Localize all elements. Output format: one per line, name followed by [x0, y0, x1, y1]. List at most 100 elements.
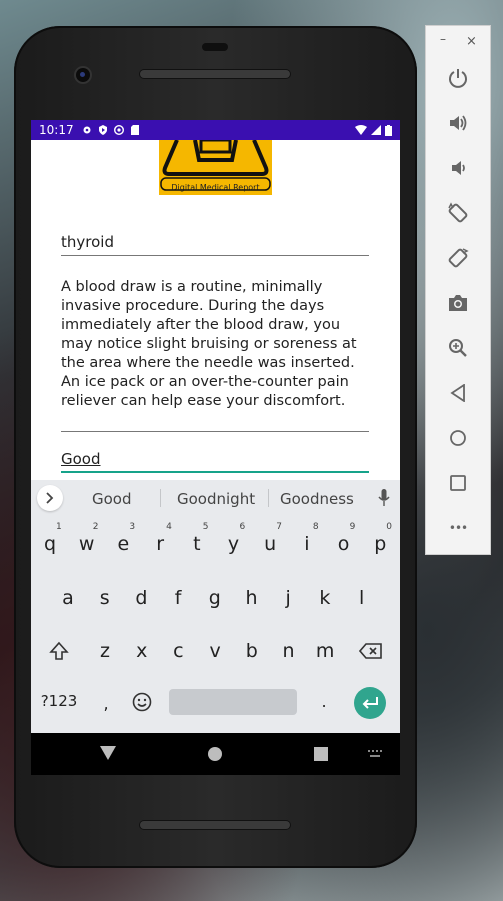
- key-e[interactable]: e3: [108, 522, 138, 555]
- zoom-icon: [449, 339, 467, 357]
- notes-field[interactable]: [61, 412, 369, 432]
- key-c[interactable]: c: [163, 640, 193, 662]
- shift-icon[interactable]: [49, 641, 69, 661]
- logo-text: Digital Medical Report: [171, 183, 260, 192]
- key-h[interactable]: h: [237, 587, 267, 609]
- rotate-left-button[interactable]: [446, 201, 470, 225]
- key-hint-number: 4: [166, 522, 172, 532]
- close-button[interactable]: ×: [466, 34, 477, 49]
- key-k[interactable]: k: [310, 587, 340, 609]
- volume-down-button[interactable]: [446, 156, 470, 180]
- key-y[interactable]: y6: [219, 522, 249, 555]
- key-hint-number: 7: [276, 522, 282, 532]
- rotate-right-button[interactable]: [446, 246, 470, 270]
- status-bar: 10:17: [31, 120, 400, 140]
- key-u[interactable]: u7: [255, 522, 285, 555]
- key-p[interactable]: p0: [365, 522, 395, 555]
- home-circle-icon[interactable]: [208, 747, 222, 761]
- enter-button[interactable]: [354, 687, 386, 719]
- back-button[interactable]: [446, 381, 470, 405]
- key-r[interactable]: r4: [145, 522, 175, 555]
- suggestion-3[interactable]: Goodness: [280, 490, 354, 508]
- more-button[interactable]: •••: [446, 516, 470, 540]
- back-icon: [450, 384, 465, 402]
- volume-down-icon: [452, 161, 465, 175]
- suggestion-1[interactable]: Good: [92, 490, 132, 508]
- rotate-right-icon: [448, 248, 469, 268]
- app-screen: 10:17 Digital Medical Report thyroid A b…: [31, 120, 400, 733]
- microphone-icon[interactable]: [378, 489, 390, 507]
- keyboard-hide-icon[interactable]: [368, 750, 382, 758]
- rotate-left-icon: [448, 202, 468, 223]
- suggestion-2[interactable]: Goodnight: [177, 490, 255, 508]
- key-x[interactable]: x: [127, 640, 157, 662]
- key-b[interactable]: b: [237, 640, 267, 662]
- at-sign-icon: [113, 125, 124, 135]
- volume-up-button[interactable]: [446, 111, 470, 135]
- key-f[interactable]: f: [163, 587, 193, 609]
- key-t[interactable]: t5: [182, 522, 212, 555]
- expand-suggestions-button[interactable]: [37, 485, 63, 511]
- suggestion-divider: [160, 489, 161, 507]
- key-hint-number: 8: [312, 522, 319, 532]
- zoom-button[interactable]: [446, 336, 470, 360]
- overview-button[interactable]: [446, 471, 470, 495]
- emulator-toolbar: – × •••: [425, 25, 491, 555]
- phone-notch: [202, 43, 228, 51]
- minimize-button[interactable]: –: [440, 32, 446, 46]
- key-n[interactable]: n: [274, 640, 304, 662]
- key-v[interactable]: v: [200, 640, 230, 662]
- key-hint-number: 3: [129, 522, 136, 532]
- key-q[interactable]: q1: [35, 522, 65, 555]
- condition-value: Good: [61, 450, 101, 468]
- symbols-key[interactable]: ?123: [40, 692, 78, 710]
- key-m[interactable]: m: [310, 640, 340, 662]
- key-i[interactable]: i8: [292, 522, 322, 555]
- settings-icon: [83, 126, 91, 134]
- key-d[interactable]: d: [126, 587, 156, 609]
- wifi-icon: [355, 125, 367, 135]
- key-o[interactable]: o9: [329, 522, 359, 555]
- enter-arrow-icon: [362, 697, 378, 709]
- key-hint-number: 0: [386, 522, 393, 532]
- volume-up-icon: [450, 115, 467, 131]
- bottom-speaker: [140, 821, 290, 829]
- app-logo: Digital Medical Report: [159, 140, 272, 195]
- backspace-icon[interactable]: [359, 643, 383, 659]
- key-w[interactable]: w2: [72, 522, 102, 555]
- recents-square-icon[interactable]: [314, 747, 328, 761]
- back-triangle-icon[interactable]: [100, 746, 116, 760]
- space-bar[interactable]: [169, 689, 297, 715]
- power-icon: [449, 69, 467, 88]
- power-button[interactable]: [446, 66, 470, 90]
- period-key[interactable]: .: [309, 692, 339, 711]
- camera-icon: [449, 295, 467, 311]
- key-hint-number: 5: [202, 522, 209, 532]
- key-hint-number: 9: [349, 522, 356, 532]
- test-name-field[interactable]: thyroid: [61, 233, 369, 256]
- sd-card-icon: [130, 125, 139, 135]
- chevron-right-icon: [46, 492, 54, 504]
- key-hint-number: 1: [56, 522, 62, 532]
- key-a[interactable]: a: [53, 587, 83, 609]
- key-hint-number: 6: [239, 522, 246, 532]
- condition-field[interactable]: Good: [61, 450, 369, 473]
- screenshot-button[interactable]: [446, 291, 470, 315]
- suggestion-strip: Good Goodnight Goodness: [31, 480, 400, 516]
- overview-icon: [450, 475, 466, 491]
- android-nav-bar: [31, 733, 400, 775]
- front-camera: [76, 68, 90, 82]
- key-g[interactable]: g: [200, 587, 230, 609]
- key-l[interactable]: l: [347, 587, 377, 609]
- key-hint-number: 2: [92, 522, 99, 532]
- key-s[interactable]: s: [90, 587, 120, 609]
- key-j[interactable]: j: [273, 587, 303, 609]
- play-protect-icon: [98, 125, 107, 135]
- emoji-icon[interactable]: [132, 692, 152, 712]
- comma-key[interactable]: ,: [91, 694, 121, 713]
- home-button[interactable]: [446, 426, 470, 450]
- top-speaker: [140, 70, 290, 78]
- key-z[interactable]: z: [90, 640, 120, 662]
- signal-icon: [371, 125, 381, 135]
- description-text[interactable]: A blood draw is a routine, minimally inv…: [61, 278, 373, 411]
